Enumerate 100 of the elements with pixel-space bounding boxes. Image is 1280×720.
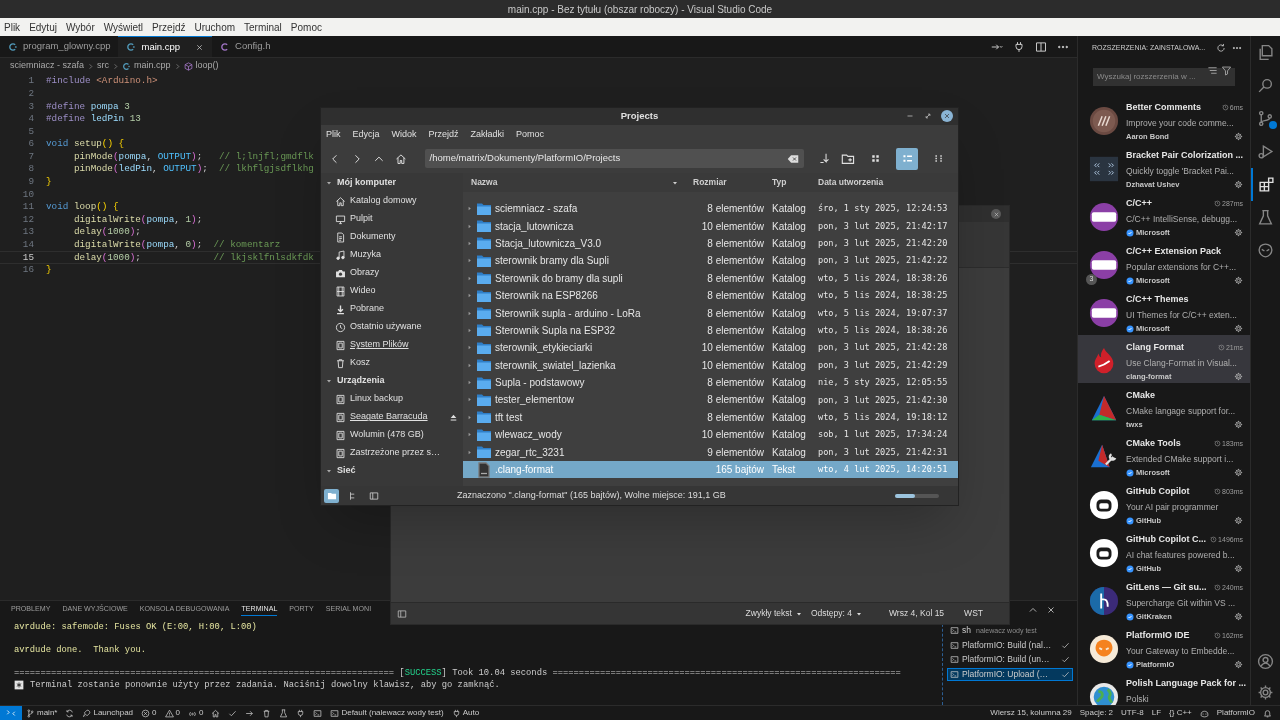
sidebar-item[interactable]: Ostatnio używane xyxy=(321,318,463,336)
settings-icon[interactable] xyxy=(1234,276,1243,286)
settings-icon[interactable] xyxy=(1234,228,1243,238)
settings-icon[interactable] xyxy=(1234,564,1243,574)
path-field[interactable]: /home/matrix/Dokumenty/PlatformIO/Projects xyxy=(424,149,804,168)
status-item[interactable]: PlatformIO xyxy=(1212,707,1259,719)
status-item[interactable]: 0 xyxy=(160,707,184,719)
task-item[interactable]: PlatformIO: Build (un… xyxy=(947,653,1073,667)
file-row[interactable]: tester_elementow 8 elementów Katalog pon, 3 lut 2025, 21:42:30 xyxy=(463,391,958,409)
file-row[interactable]: zegar_rtc_3231 9 elementów Katalog pon, 3 lut 2025, 21:42:31 xyxy=(463,443,958,461)
sidebar-item[interactable]: Dokumenty xyxy=(321,228,463,246)
zoom-slider[interactable] xyxy=(895,493,939,498)
status-item[interactable]: Wiersz 15, kolumna 29 xyxy=(986,707,1076,719)
column-header[interactable]: Typ xyxy=(768,173,814,192)
settings-icon[interactable] xyxy=(1234,516,1243,526)
breadcrumb-item[interactable]: src xyxy=(97,59,110,73)
menu-item[interactable]: Przejdź xyxy=(428,127,459,142)
status-item[interactable]: Default (nalewacz wody test) xyxy=(326,707,448,719)
language-dropdown[interactable]: Zwykły tekst xyxy=(745,607,803,620)
sidebar-item[interactable]: Kosz xyxy=(321,354,463,372)
file-row[interactable]: tft test 8 elementów Katalog wto, 5 lis 2024, 19:18:12 xyxy=(463,408,958,427)
status-item[interactable]: 0 xyxy=(137,707,161,719)
menu-item[interactable]: Przejdź xyxy=(152,19,186,35)
maximize-icon[interactable] xyxy=(923,111,933,121)
file-row[interactable]: Stacja_lutownicza_V3.0 8 elementów Katalog pon, 3 lut 2025, 21:42:20 xyxy=(463,234,958,253)
status-item[interactable]: UTF-8 xyxy=(1117,707,1148,719)
status-item[interactable]: main* xyxy=(22,707,62,719)
search-field[interactable]: Wyszukaj rozszerzenia w ... xyxy=(1093,67,1235,86)
settings-icon[interactable] xyxy=(1257,684,1274,701)
menu-item[interactable]: Terminal xyxy=(244,19,282,35)
file-row[interactable]: Sterownik do bramy dla supli 8 elementów Katalog wto, 5 lis 2024, 18:38:26 xyxy=(463,269,958,287)
task-item[interactable]: PlatformIO: Build (nal… xyxy=(947,638,1073,652)
status-item[interactable]: Spacje: 2 xyxy=(1075,707,1118,719)
sidebar-item[interactable]: Linux backup xyxy=(321,390,463,408)
sidebar-item[interactable]: Muzyka xyxy=(321,246,463,264)
plug-icon[interactable] xyxy=(1013,40,1025,53)
sidebar-item[interactable]: Zastrzeżone przez s… xyxy=(321,444,463,462)
settings-icon[interactable] xyxy=(1234,372,1243,382)
menu-item[interactable]: Wybór xyxy=(65,19,95,35)
file-row[interactable]: Sterownik Supla na ESP32 8 elementów Katalog wto, 5 lis 2024, 18:38:26 xyxy=(463,321,958,340)
menu-item[interactable]: Zakładki xyxy=(470,127,505,142)
settings-icon[interactable] xyxy=(1234,132,1243,142)
menu-item[interactable]: Pomoc xyxy=(290,19,322,35)
sidebar-item[interactable]: Wideo xyxy=(321,282,463,300)
settings-icon[interactable] xyxy=(1234,660,1243,670)
status-item[interactable]: Auto xyxy=(447,707,484,719)
sidebar-item[interactable]: Katalog domowy xyxy=(321,192,463,210)
extensions-icon[interactable] xyxy=(1258,176,1275,193)
menu-item[interactable]: Widok xyxy=(391,127,417,142)
new-folder-icon[interactable] xyxy=(840,151,855,166)
editor-tab[interactable]: Config.h xyxy=(212,36,279,57)
split-icon[interactable] xyxy=(1035,40,1047,53)
file-row[interactable]: sciemniacz - szafa 8 elementów Katalog śro, 1 sty 2025, 12:24:53 xyxy=(463,200,958,218)
status-item[interactable]: Launchpad xyxy=(78,707,138,719)
sidebar-icon[interactable] xyxy=(397,608,407,619)
eject-icon[interactable] xyxy=(449,412,458,422)
account-icon[interactable] xyxy=(1257,653,1274,670)
editor-tab[interactable]: program_glowny.cpp xyxy=(0,36,119,57)
menu-item[interactable]: Wyświetl xyxy=(103,19,144,35)
run-debug-icon[interactable] xyxy=(1257,143,1274,160)
close-button[interactable] xyxy=(941,110,953,122)
settings-icon[interactable] xyxy=(1234,324,1243,334)
settings-icon[interactable] xyxy=(1234,612,1243,622)
filter-icon[interactable] xyxy=(1221,65,1232,76)
settings-icon[interactable] xyxy=(1234,468,1243,478)
file-row[interactable]: sterownik_swiatel_lazienka 10 elementów Katalog pon, 3 lut 2025, 21:42:29 xyxy=(463,356,958,374)
breadcrumb-item[interactable]: main.cpp xyxy=(122,59,171,73)
filter-lines-icon[interactable] xyxy=(1207,65,1218,76)
menu-item[interactable]: Uruchom xyxy=(194,19,236,35)
close-icon[interactable] xyxy=(195,42,205,52)
sidebar-item[interactable]: Pulpit xyxy=(321,210,463,228)
refresh-icon[interactable] xyxy=(1216,43,1226,53)
close-button[interactable] xyxy=(991,209,1001,219)
file-row[interactable]: Sterownik supla - arduino - LoRa 8 elementów Katalog wto, 5 lis 2024, 19:07:37 xyxy=(463,304,958,322)
indent-dropdown[interactable]: Odstępy: 4 xyxy=(810,607,863,620)
menu-item[interactable]: Plik xyxy=(326,127,341,142)
settings-icon[interactable] xyxy=(1234,420,1243,430)
sidebar-item[interactable]: Pobrane xyxy=(321,300,463,318)
files-icon[interactable] xyxy=(1257,44,1274,61)
status-item[interactable]: {} C++ xyxy=(1165,707,1196,719)
breadcrumb-item[interactable]: sciemniacz - szafa xyxy=(10,59,85,73)
file-row[interactable]: Supla - podstawowy 8 elementów Katalog nie, 5 sty 2025, 12:05:55 xyxy=(463,373,958,392)
task-item[interactable]: PlatformIO: Upload (… xyxy=(947,667,1073,681)
clear-icon[interactable] xyxy=(786,152,799,165)
section-header[interactable]: Sieć xyxy=(321,462,463,480)
file-row[interactable]: sterownik bramy dla Supli 8 elementów Katalog pon, 3 lut 2025, 21:42:22 xyxy=(463,252,958,270)
column-header[interactable]: Data utworzenia xyxy=(814,173,958,192)
breadcrumb-item[interactable]: loop() xyxy=(183,59,219,73)
menu-item[interactable]: Edytuj xyxy=(29,19,57,35)
section-header[interactable]: Urządzenia xyxy=(321,372,463,390)
column-header[interactable]: Nazwa xyxy=(463,173,685,192)
search-icon[interactable] xyxy=(1257,77,1274,94)
file-row[interactable]: wlewacz_wody 10 elementów Katalog sob, 1 lut 2025, 17:34:24 xyxy=(463,426,958,444)
column-header[interactable]: Rozmiar xyxy=(685,173,768,192)
status-item[interactable]: LF xyxy=(1147,707,1166,719)
menu-item[interactable]: Edycja xyxy=(352,127,380,142)
editor-tab[interactable]: main.cpp xyxy=(118,36,213,57)
view-button[interactable] xyxy=(896,147,919,170)
status-item[interactable]: 0 xyxy=(183,707,208,719)
menu-item[interactable]: Plik xyxy=(4,19,21,35)
